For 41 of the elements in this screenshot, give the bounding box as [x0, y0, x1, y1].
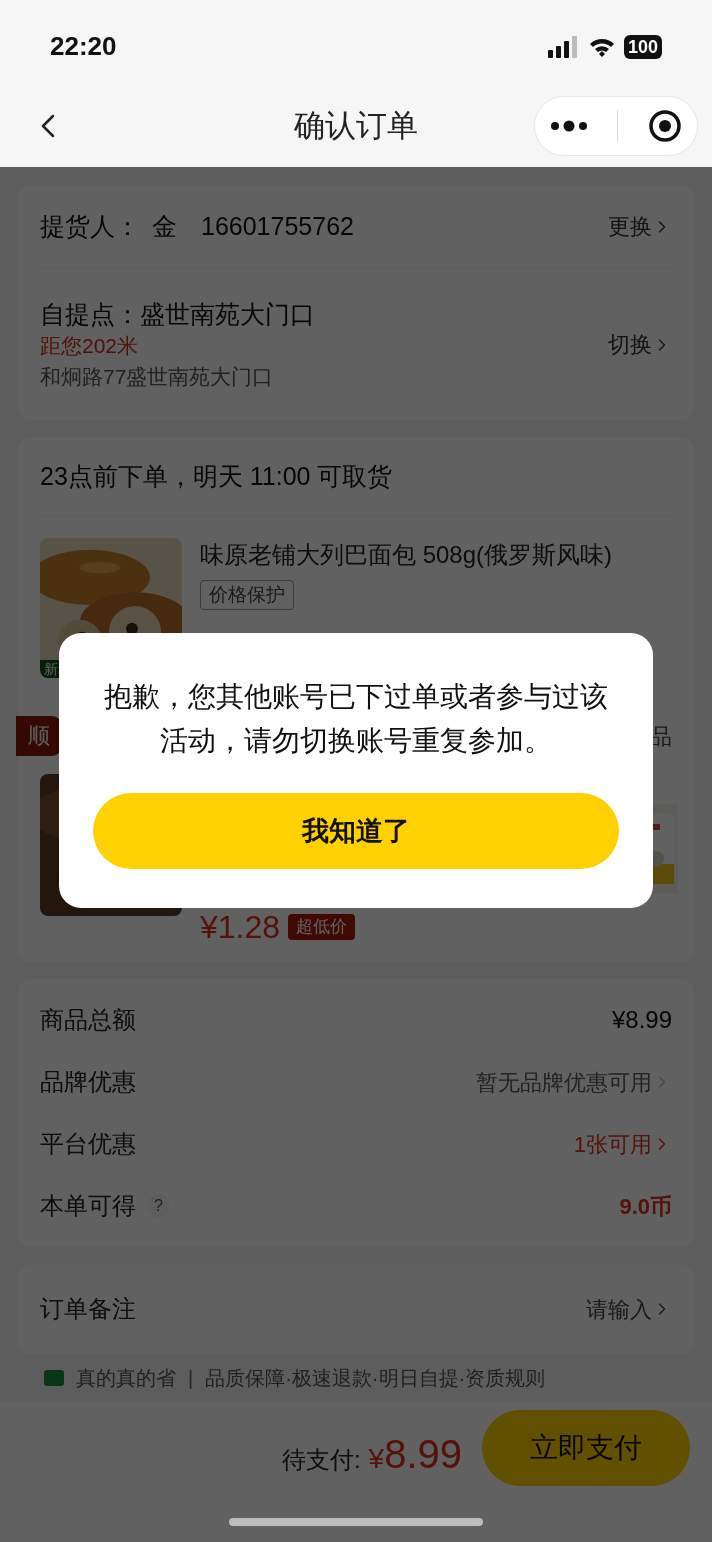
summary-value: ¥8.99: [611, 1005, 672, 1035]
low-price-tag: 超低价: [288, 914, 356, 940]
new-badge: 新: [40, 660, 62, 678]
close-target-icon[interactable]: [648, 109, 683, 143]
summary-value[interactable]: 1张可用: [573, 1127, 652, 1161]
currency-sign: ¥: [368, 1443, 385, 1476]
summary-label: 本单可得: [40, 1191, 136, 1221]
signal-icon: [547, 35, 580, 58]
group-tag: 顺: [16, 716, 62, 756]
change-person-link[interactable]: 更换: [608, 210, 672, 243]
phone-number: 16601755762: [201, 210, 354, 242]
help-mark[interactable]: ?: [148, 1194, 169, 1218]
summary-value: 9.0币: [619, 1192, 672, 1221]
page-title: 确认订单: [294, 106, 418, 145]
service-guarantees: 品质保障·极速退款·明日自提·资质规则: [205, 1366, 546, 1391]
pay-label: 待支付:: [281, 1445, 361, 1475]
switch-point-link[interactable]: 切换: [608, 328, 672, 361]
status-time: 22:20: [50, 30, 117, 63]
dialog-message: 抱歉，您其他账号已下过单或者参与过该活动，请勿切换账号重复参加。: [103, 680, 609, 758]
pickup-point: 自提点：盛世南苑大门口: [40, 298, 315, 330]
battery-level: 100: [623, 34, 662, 59]
total-amount: 8.99: [384, 1431, 462, 1478]
summary-value[interactable]: 暂无品牌优惠可用: [476, 1065, 652, 1099]
more-icon[interactable]: [549, 120, 588, 132]
price-protection-tag: 价格保护: [200, 580, 294, 610]
summary-label: 平台优惠: [40, 1129, 136, 1159]
product-price: ¥1.28: [200, 910, 281, 944]
separator: |: [188, 1366, 194, 1391]
pickup-notice: 23点前下单，明天 11:00 可取货: [39, 461, 394, 492]
summary-label: 品牌优惠: [40, 1067, 136, 1097]
brand-slogan: 真的真的省: [76, 1366, 176, 1391]
product-name: 味原老铺大列巴面包 508g(俄罗斯风味): [200, 540, 613, 570]
person-label: 提货人：: [40, 210, 140, 242]
summary-label: 商品总额: [40, 1005, 136, 1035]
address-text: 和炯路77盛世南苑大门口: [40, 363, 275, 390]
distance-text: 距您202米: [40, 332, 140, 359]
remark-input-link[interactable]: 请输入: [586, 1292, 672, 1326]
remark-label: 订单备注: [40, 1294, 136, 1324]
person-name: 金: [152, 210, 177, 242]
acknowledge-button[interactable]: 我知道了: [93, 793, 619, 869]
pay-now-button[interactable]: 立即支付: [482, 1410, 690, 1486]
